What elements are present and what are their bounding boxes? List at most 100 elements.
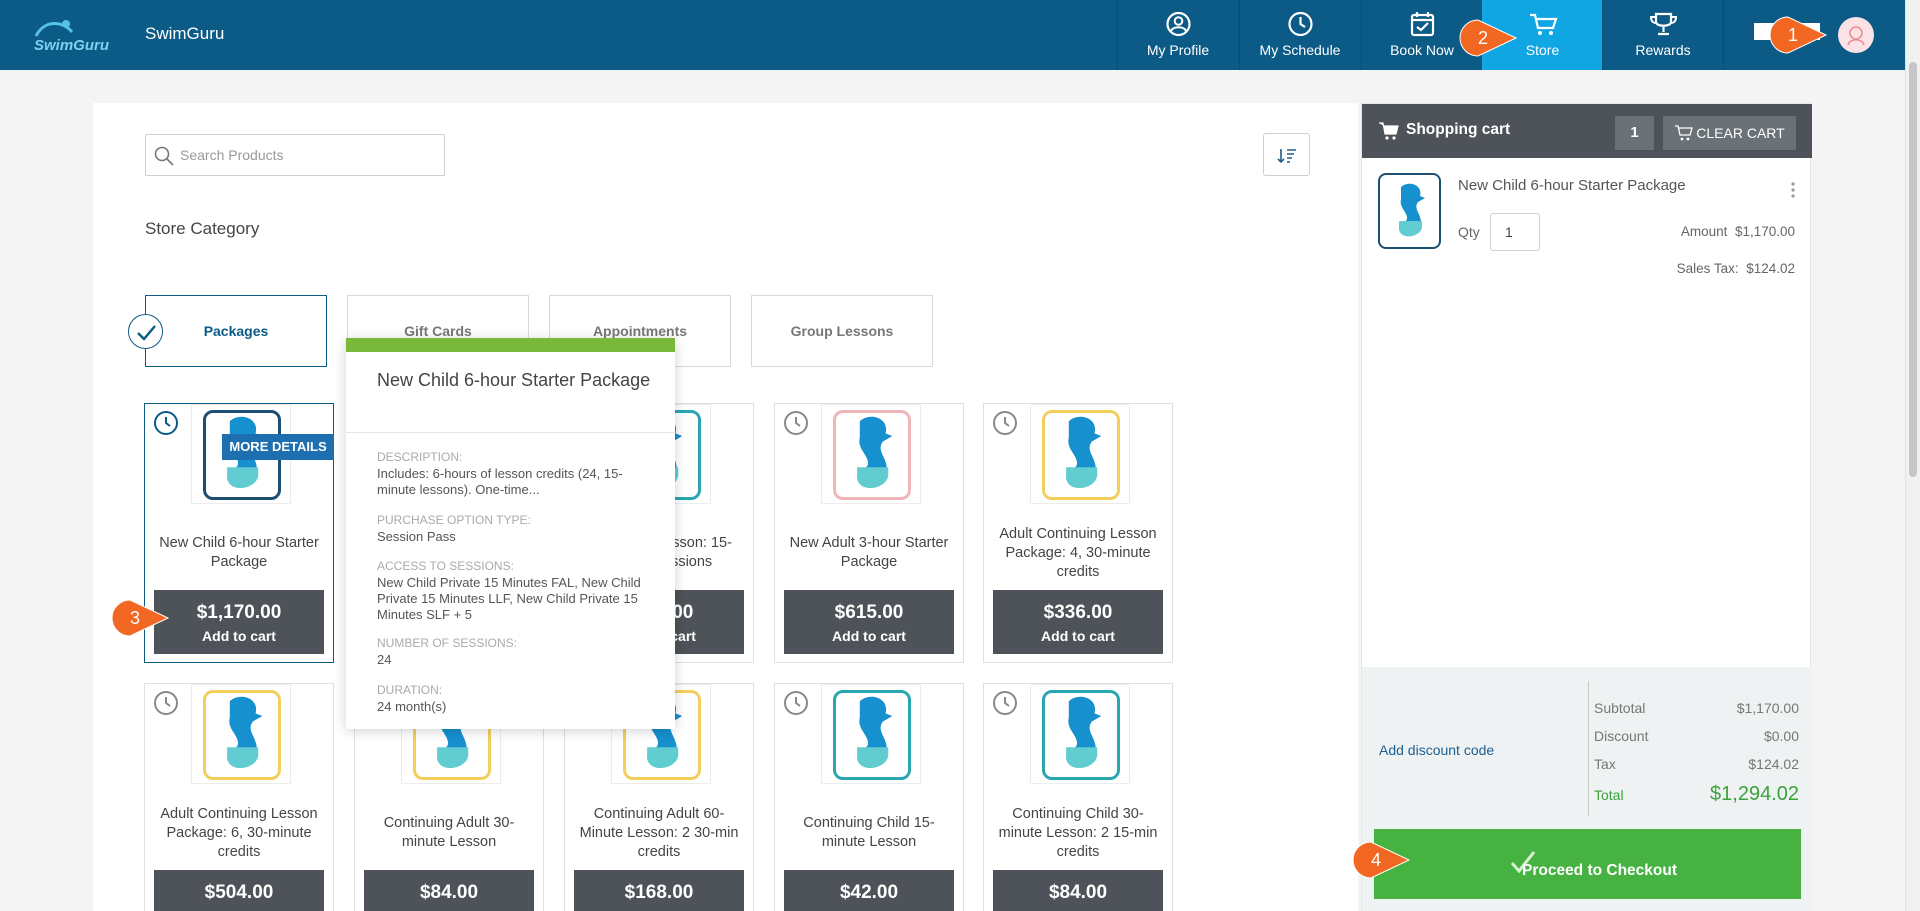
product-card[interactable]: Adult Continuing Lesson Package: 4, 30-m…	[983, 403, 1173, 663]
nav-label: Rewards	[1635, 42, 1691, 58]
proceed-to-checkout-button[interactable]: Proceed to Checkout	[1374, 829, 1801, 899]
add-to-cart-button[interactable]: $1,170.00 Add to cart	[154, 590, 324, 654]
seahorse-icon	[227, 696, 263, 769]
product-thumbnail[interactable]	[821, 684, 921, 784]
top-navbar: SwimGuru SwimGuru My Profile My Schedule…	[0, 0, 1905, 70]
add-to-cart-button[interactable]: $84.00 Add to cart	[993, 870, 1163, 911]
product-card[interactable]: New Adult 3-hour Starter Package $615.00…	[774, 403, 964, 663]
clock-icon	[1288, 11, 1313, 37]
cart-header: Shopping cart 1 CLEAR CART	[1362, 104, 1812, 158]
cart-item-amount: Amount $1,170.00	[1681, 224, 1795, 239]
add-to-cart-label: Add to cart	[1041, 628, 1115, 644]
product-name: Adult Continuing Lesson Package: 6, 30-m…	[160, 805, 318, 860]
kebab-menu-icon[interactable]	[1790, 181, 1796, 199]
popup-access-label: ACCESS TO SESSIONS:	[377, 559, 514, 573]
product-name: Continuing Adult 60-Minute Lesson: 2 30-…	[579, 805, 739, 860]
checkout-label: Proceed to Checkout	[1521, 862, 1678, 879]
step-marker-2: 2	[1458, 18, 1518, 58]
product-name: New Child 6-hour Starter Package	[159, 535, 319, 570]
step-marker-label: 2	[1477, 28, 1488, 48]
product-card[interactable]: Adult Continuing Lesson Package: 6, 30-m…	[144, 683, 334, 911]
product-name: Continuing Child 30-minute Lesson: 2 15-…	[998, 805, 1158, 860]
add-to-cart-label: Add to cart	[832, 628, 906, 644]
cart-icon	[1675, 125, 1693, 141]
page-scrollbar[interactable]	[1905, 0, 1920, 911]
search-icon	[154, 146, 174, 166]
product-thumbnail[interactable]	[191, 684, 291, 784]
popup-accent-bar	[346, 338, 675, 352]
popup-title: New Child 6-hour Starter Package	[377, 370, 651, 390]
popup-purchase-type-label: PURCHASE OPTION TYPE:	[377, 513, 531, 527]
add-to-cart-button[interactable]: $168.00 Add to cart	[574, 870, 744, 911]
sort-button[interactable]	[1263, 133, 1310, 176]
add-to-cart-button[interactable]: $84.00 Add to cart	[364, 870, 534, 911]
tab-group-lessons[interactable]: Group Lessons	[751, 295, 933, 367]
popup-duration-label: DURATION:	[377, 683, 443, 697]
cart-icon	[1379, 122, 1399, 140]
summary-label: Total	[1594, 787, 1624, 803]
step-marker-label: 1	[1787, 25, 1798, 45]
product-price: $84.00	[1048, 882, 1108, 903]
seahorse-icon	[1066, 416, 1102, 489]
add-to-cart-button[interactable]: $42.00 Add to cart	[784, 870, 954, 911]
more-details-button[interactable]: MORE DETAILS	[222, 434, 334, 460]
search-input[interactable]	[180, 141, 435, 169]
summary-label: Tax	[1594, 756, 1616, 772]
product-thumbnail[interactable]	[1030, 404, 1130, 504]
clock-icon	[784, 411, 808, 435]
summary-value: $1,170.00	[1736, 700, 1799, 716]
qty-field[interactable]	[1490, 213, 1540, 251]
sort-icon	[1277, 149, 1296, 164]
brand-name: SwimGuru	[145, 24, 225, 43]
search-box[interactable]	[145, 134, 445, 176]
product-price: $168.00	[624, 882, 694, 903]
clock-icon	[784, 691, 808, 715]
add-to-cart-button[interactable]: $615.00 Add to cart	[784, 590, 954, 654]
avatar[interactable]	[1838, 17, 1874, 53]
nav-my-profile[interactable]: My Profile	[1117, 0, 1238, 70]
nav-my-schedule[interactable]: My Schedule	[1239, 0, 1360, 70]
product-price: $336.00	[1043, 602, 1113, 623]
summary-label: Subtotal	[1594, 700, 1646, 716]
tab-packages[interactable]: Packages	[145, 295, 327, 367]
swimguru-logo[interactable]: SwimGuru	[32, 14, 128, 56]
product-price: $504.00	[204, 882, 274, 903]
cart-title: Shopping cart	[1406, 121, 1511, 138]
step-marker-1: 1	[1768, 15, 1828, 55]
product-price: $42.00	[839, 882, 899, 903]
summary-total: Total $1,294.02	[1594, 783, 1799, 805]
svg-text:SwimGuru: SwimGuru	[34, 37, 109, 54]
user-circle-icon	[1166, 11, 1191, 37]
add-to-cart-button[interactable]: $336.00 Add to cart	[993, 590, 1163, 654]
nav-rewards[interactable]: Rewards	[1602, 0, 1723, 70]
seahorse-icon	[857, 416, 893, 489]
trophy-icon	[1649, 12, 1678, 36]
product-thumbnail[interactable]	[821, 404, 921, 504]
store-category-title: Store Category	[145, 219, 260, 238]
tax-value: $124.02	[1746, 261, 1795, 276]
add-discount-code-link[interactable]: Add discount code	[1379, 742, 1494, 758]
product-thumbnail[interactable]	[1030, 684, 1130, 784]
add-to-cart-button[interactable]: $504.00 Add to cart	[154, 870, 324, 911]
clear-cart-button[interactable]: CLEAR CART	[1663, 116, 1796, 150]
summary-tax: Tax $124.02	[1594, 756, 1799, 772]
product-details-popup: New Child 6-hour Starter Package DESCRIP…	[346, 338, 675, 729]
step-marker-label: 3	[129, 608, 140, 628]
product-card[interactable]: Continuing Child 15-minute Lesson $42.00…	[774, 683, 964, 911]
clear-cart-label: CLEAR CART	[1696, 125, 1785, 141]
scrollbar-thumb[interactable]	[1909, 62, 1917, 477]
product-name: Continuing Child 15-minute Lesson	[803, 815, 935, 850]
summary-label: Discount	[1594, 728, 1649, 744]
popup-duration: 24 month(s)	[377, 699, 447, 714]
clock-icon	[154, 411, 178, 435]
tax-label: Sales Tax:	[1676, 261, 1739, 276]
qty-label: Qty	[1458, 224, 1480, 240]
summary-value: $1,294.02	[1710, 783, 1799, 805]
summary-divider	[1588, 681, 1589, 816]
popup-divider	[346, 432, 675, 433]
seahorse-icon	[1399, 183, 1425, 237]
product-card[interactable]: Continuing Child 30-minute Lesson: 2 15-…	[983, 683, 1173, 911]
step-marker-3: 3	[110, 598, 170, 638]
product-name: New Adult 3-hour Starter Package	[789, 535, 949, 570]
qty-input[interactable]	[1491, 214, 1539, 250]
